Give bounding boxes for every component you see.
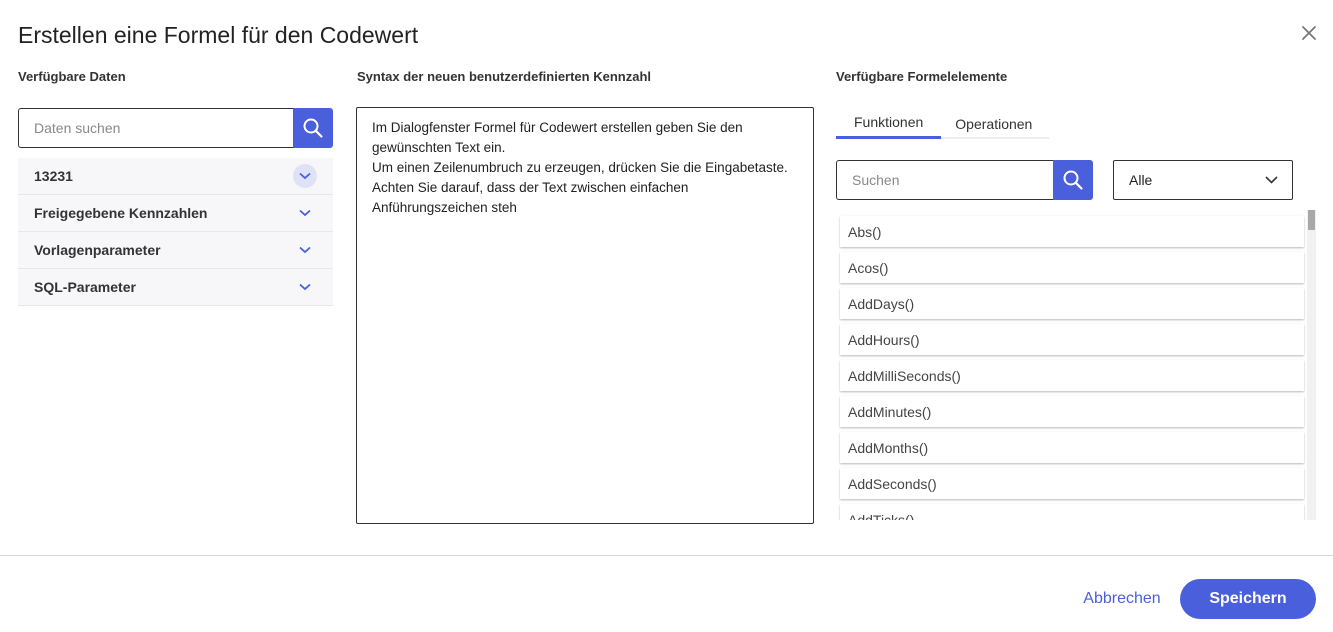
function-item[interactable]: AddMilliSeconds()	[840, 360, 1304, 391]
syntax-line: Achten Sie darauf, dass der Text zwische…	[372, 180, 689, 215]
syntax-editor[interactable]: Im Dialogfenster Formel für Codewert ers…	[356, 107, 814, 524]
category-select-value: Alle	[1129, 172, 1153, 188]
function-item[interactable]: AddMinutes()	[840, 396, 1304, 427]
formula-tabs: Funktionen Operationen	[836, 108, 1049, 139]
data-tree: 13231 Freigegebene Kennzahlen Vorlagenpa…	[18, 158, 333, 306]
tree-item-label: SQL-Parameter	[34, 279, 136, 295]
tab-operations[interactable]: Operationen	[941, 108, 1046, 139]
syntax-label: Syntax der neuen benutzerdefinierten Ken…	[357, 69, 651, 84]
function-search-input[interactable]	[836, 160, 1053, 200]
tree-item-13231[interactable]: 13231	[18, 158, 333, 195]
function-search	[836, 160, 1093, 200]
function-list: Abs() Acos() AddDays() AddHours() AddMil…	[838, 210, 1316, 520]
tree-item-label: 13231	[34, 168, 73, 184]
chevron-down-icon[interactable]	[293, 164, 317, 188]
close-icon	[1302, 26, 1316, 40]
available-data-label: Verfügbare Daten	[18, 69, 126, 84]
function-item[interactable]: AddDays()	[840, 288, 1304, 319]
search-icon	[303, 118, 323, 138]
chevron-down-icon[interactable]	[293, 238, 317, 262]
chevron-down-icon[interactable]	[293, 275, 317, 299]
tree-item-template-parameters[interactable]: Vorlagenparameter	[18, 232, 333, 269]
data-search-button[interactable]	[293, 108, 333, 148]
close-button[interactable]	[1296, 20, 1322, 46]
function-item[interactable]: AddHours()	[840, 324, 1304, 355]
function-list-scrollbar[interactable]	[1307, 210, 1316, 520]
tree-item-label: Freigegebene Kennzahlen	[34, 205, 208, 221]
formula-elements-label: Verfügbare Formelelemente	[836, 69, 1008, 84]
tab-functions[interactable]: Funktionen	[836, 108, 942, 139]
function-item[interactable]: Acos()	[840, 252, 1304, 283]
chevron-down-icon	[1265, 176, 1278, 184]
function-item[interactable]: AddSeconds()	[840, 468, 1304, 499]
dialog-title: Erstellen eine Formel für den Codewert	[18, 22, 419, 48]
tree-item-sql-parameters[interactable]: SQL-Parameter	[18, 269, 333, 306]
data-search-input[interactable]	[18, 108, 293, 148]
tree-item-shared-measures[interactable]: Freigegebene Kennzahlen	[18, 195, 333, 232]
function-item[interactable]: AddTicks()	[840, 504, 1304, 520]
category-select[interactable]: Alle	[1113, 160, 1293, 200]
data-search	[18, 108, 333, 148]
syntax-line: Um einen Zeilenumbruch zu erzeugen, drüc…	[372, 160, 788, 175]
search-icon	[1063, 170, 1083, 190]
syntax-line: Im Dialogfenster Formel für Codewert ers…	[372, 120, 743, 155]
scrollbar-thumb[interactable]	[1308, 210, 1315, 230]
cancel-button[interactable]: Abbrechen	[1070, 580, 1174, 618]
chevron-down-icon[interactable]	[293, 201, 317, 225]
function-search-button[interactable]	[1053, 160, 1093, 200]
function-item[interactable]: Abs()	[840, 216, 1304, 247]
save-button[interactable]: Speichern	[1180, 579, 1316, 619]
function-item[interactable]: AddMonths()	[840, 432, 1304, 463]
tree-item-label: Vorlagenparameter	[34, 242, 161, 258]
footer-divider	[0, 555, 1333, 556]
